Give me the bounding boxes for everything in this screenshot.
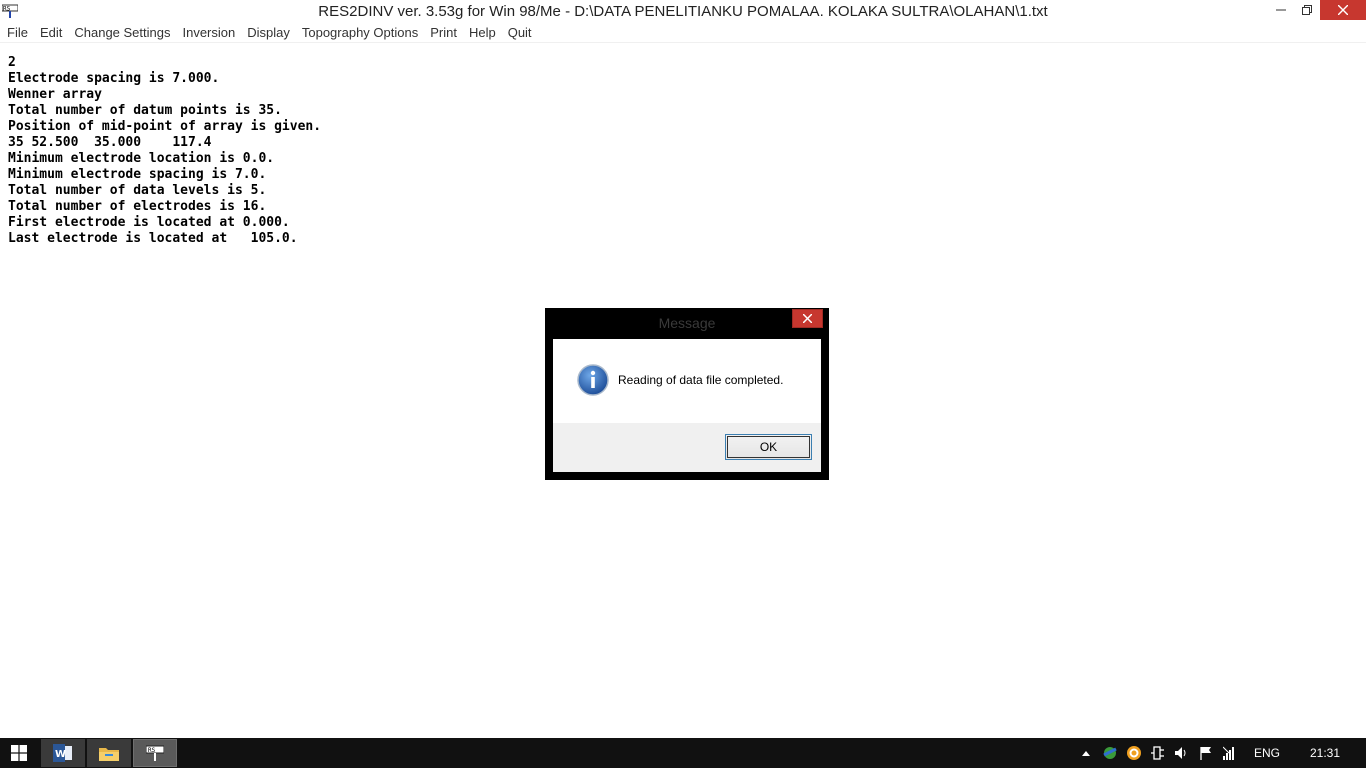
menu-quit[interactable]: Quit (502, 23, 538, 42)
output-line: Minimum electrode location is 0.0. (8, 151, 275, 166)
svg-text:W: W (55, 749, 66, 760)
dialog-title[interactable]: Message (545, 315, 829, 331)
window-title: RES2DINV ver. 3.53g for Win 98/Me - D:\D… (318, 3, 1048, 20)
close-icon (1338, 5, 1348, 15)
output-line: Wenner array (8, 87, 102, 102)
menu-print[interactable]: Print (424, 23, 463, 42)
tray-network[interactable] (1218, 738, 1242, 768)
message-dialog: Message Reading of data file completed. (545, 308, 829, 480)
signal-bars-icon (1223, 746, 1234, 760)
minimize-icon (1276, 9, 1286, 11)
svg-text:RS: RS (148, 747, 156, 754)
window-controls (1268, 0, 1366, 22)
dialog-message: Reading of data file completed. (618, 373, 784, 387)
res2dinv-icon: RS (146, 745, 164, 761)
output-line: Position of mid-point of array is given. (8, 119, 322, 134)
start-button[interactable] (0, 738, 38, 768)
clock[interactable]: 21:31 (1292, 746, 1358, 760)
orange-app-icon (1127, 746, 1141, 760)
menu-display[interactable]: Display (241, 23, 296, 42)
output-line: Electrode spacing is 7.000. (8, 71, 220, 86)
output-line: 35 52.500 35.000 117.4 (8, 135, 212, 150)
app-window: RS RES2DINV ver. 3.53g for Win 98/Me - D… (0, 0, 1366, 738)
menu-edit[interactable]: Edit (34, 23, 68, 42)
output-line: Minimum electrode spacing is 7.0. (8, 167, 267, 182)
menu-change-settings[interactable]: Change Settings (68, 23, 176, 42)
output-line: Total number of data levels is 5. (8, 183, 267, 198)
menu-topography-options[interactable]: Topography Options (296, 23, 424, 42)
minimize-button[interactable] (1268, 0, 1294, 20)
taskbar-word[interactable]: W (41, 739, 85, 767)
globe-app-icon (1103, 747, 1117, 759)
restore-icon (1302, 5, 1312, 15)
menu-bar: File Edit Change Settings Inversion Disp… (0, 23, 1366, 43)
output-line: First electrode is located at 0.000. (8, 215, 290, 230)
power-plug-icon (1151, 746, 1164, 760)
taskbar-res2dinv[interactable]: RS (133, 739, 177, 767)
restore-button[interactable] (1294, 0, 1320, 20)
taskbar-file-explorer[interactable] (87, 739, 131, 767)
close-icon (803, 314, 812, 323)
tray-app-orange[interactable] (1122, 738, 1146, 768)
close-button[interactable] (1320, 0, 1366, 20)
windows-logo-icon (11, 745, 27, 761)
title-bar[interactable]: RS RES2DINV ver. 3.53g for Win 98/Me - D… (0, 0, 1366, 23)
language-indicator[interactable]: ENG (1242, 746, 1292, 760)
menu-file[interactable]: File (0, 23, 34, 42)
output-line: Total number of electrodes is 16. (8, 199, 267, 214)
tray-volume[interactable] (1170, 738, 1194, 768)
tray-network-app[interactable] (1098, 738, 1122, 768)
file-explorer-icon (99, 748, 119, 761)
output-line: Total number of datum points is 35. (8, 103, 282, 118)
info-icon (577, 364, 609, 396)
chevron-up-icon (1082, 750, 1090, 756)
dialog-close-button[interactable] (792, 309, 823, 328)
system-tray: ENG 21:31 (1074, 738, 1366, 768)
tray-power[interactable] (1146, 738, 1170, 768)
data-file-output: 2 Electrode spacing is 7.000. Wenner arr… (8, 55, 321, 247)
speaker-icon (1175, 747, 1186, 759)
tray-action-center[interactable] (1194, 738, 1218, 768)
word-icon: W (53, 744, 72, 762)
menu-inversion[interactable]: Inversion (176, 23, 241, 42)
ok-button[interactable]: OK (725, 434, 812, 460)
flag-icon (1200, 747, 1211, 760)
output-line: Last electrode is located at 105.0. (8, 231, 298, 246)
taskbar: W RS ENG 21:31 (0, 738, 1366, 768)
show-hidden-icons-button[interactable] (1074, 738, 1098, 768)
menu-help[interactable]: Help (463, 23, 502, 42)
dialog-body: Reading of data file completed. OK (553, 339, 821, 472)
output-line: 2 (8, 55, 16, 70)
dialog-footer: OK (553, 423, 821, 472)
